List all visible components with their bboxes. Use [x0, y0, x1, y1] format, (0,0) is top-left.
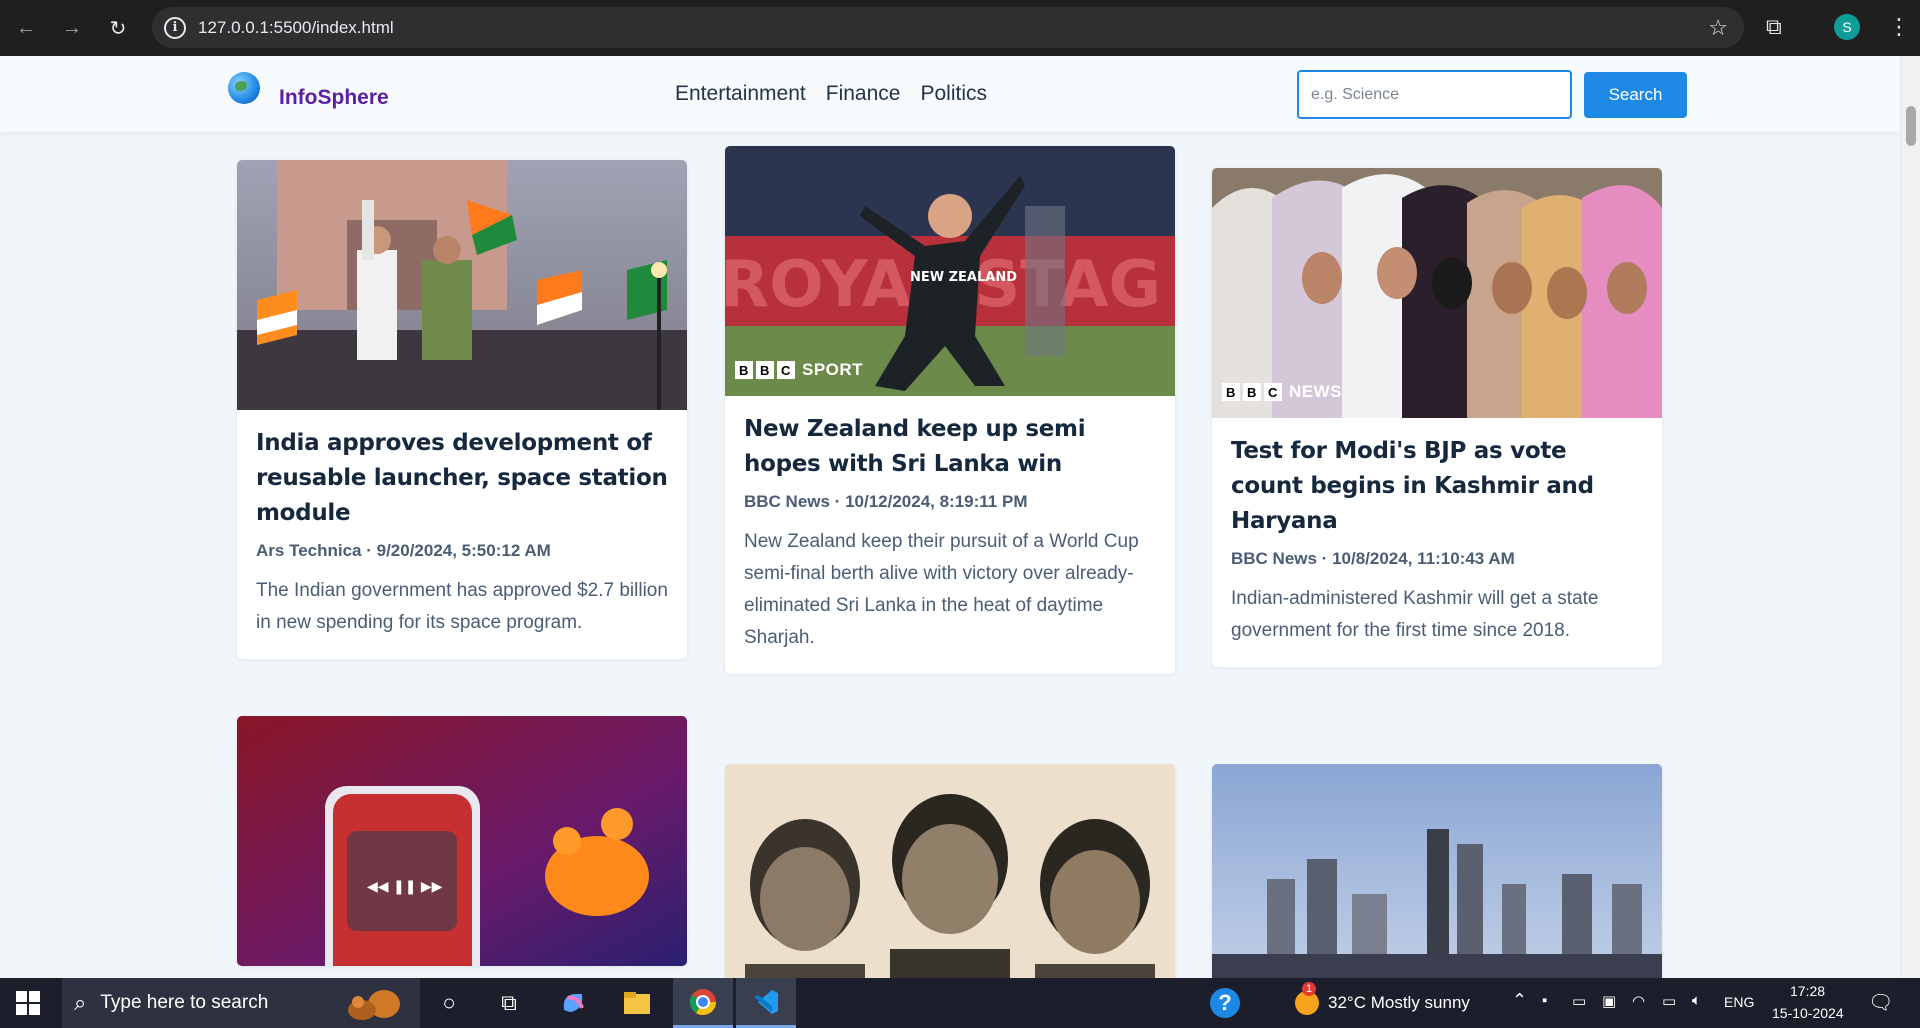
cortana-circle-icon[interactable]: ○: [424, 978, 474, 1028]
nav-politics[interactable]: Politics: [920, 82, 987, 106]
weather-text[interactable]: 32°C Mostly sunny: [1328, 993, 1470, 1013]
page-scrollbar[interactable]: [1900, 56, 1920, 978]
news-card[interactable]: ◀◀ ❚❚ ▶▶: [237, 716, 687, 966]
search-input[interactable]: [1297, 70, 1572, 119]
arrow-left-icon: ←: [16, 16, 36, 39]
site-header: InfoSphere Entertainment Finance Politic…: [0, 56, 1900, 132]
task-view-icon[interactable]: ⧉: [484, 978, 534, 1028]
help-icon[interactable]: ?: [1200, 978, 1250, 1028]
search-icon: ⌕: [74, 990, 87, 1015]
tray-app-icon[interactable]: ▪: [1542, 992, 1547, 1009]
squirrel-illustration-icon: [348, 990, 400, 1020]
file-explorer-icon[interactable]: [612, 978, 662, 1028]
windows-taskbar: ⌕ Type here to search ○ ⧉ ? 1 32°C Mostl…: [0, 978, 1920, 1028]
page-viewport: India approves development of reusable l…: [0, 56, 1900, 978]
clock-time[interactable]: 17:28: [1790, 983, 1825, 999]
tray-chevron-up-icon[interactable]: ⌃: [1512, 990, 1527, 1011]
reload-button[interactable]: ↻: [102, 12, 134, 44]
scrollbar-thumb[interactable]: [1906, 106, 1916, 146]
vscode-taskbar-icon[interactable]: [736, 978, 796, 1028]
phone-earbuds-photo[interactable]: ◀◀ ❚❚ ▶▶: [237, 716, 687, 966]
news-card[interactable]: India approves development of reusable l…: [237, 160, 687, 659]
article-title[interactable]: India approves development of reusable l…: [256, 426, 668, 531]
city-skyline-photo[interactable]: [1212, 764, 1662, 978]
search-button[interactable]: Search: [1584, 72, 1687, 118]
taskbar-search-placeholder: Type here to search: [100, 992, 269, 1013]
category-nav: Entertainment Finance Politics: [675, 82, 987, 106]
notification-icon[interactable]: 🗨︎: [1868, 990, 1893, 1015]
meet-now-icon[interactable]: ▭: [1572, 992, 1586, 1010]
article-description: The Indian government has approved $2.7 …: [256, 580, 668, 633]
article-meta: BBC News · 10/12/2024, 8:19:11 PM: [744, 492, 1028, 511]
wifi-icon[interactable]: ◠: [1632, 992, 1645, 1010]
brand-name[interactable]: InfoSphere: [279, 86, 389, 110]
forward-button[interactable]: →: [56, 12, 88, 44]
copilot-icon[interactable]: [548, 978, 598, 1028]
extensions-puzzle-icon[interactable]: ⧉: [1766, 14, 1794, 42]
bbc-sport-watermark: B B C SPORT: [735, 360, 863, 380]
bbc-news-watermark: B B C NEWS: [1222, 382, 1342, 402]
language-indicator[interactable]: ENG: [1724, 994, 1754, 1010]
globe-logo-icon[interactable]: [228, 72, 260, 104]
article-title[interactable]: New Zealand keep up semi hopes with Sri …: [744, 412, 1156, 482]
clock-date[interactable]: 15-10-2024: [1772, 1005, 1844, 1021]
svg-text:NEW ZEALAND: NEW ZEALAND: [910, 270, 1017, 285]
cricket-player-photo[interactable]: ROYAL STAG NEW ZEALAND B B C SPORT: [725, 146, 1175, 396]
nav-finance[interactable]: Finance: [826, 82, 901, 106]
women-queue-photo[interactable]: B B C NEWS: [1212, 168, 1662, 418]
three-men-portrait-photo[interactable]: [725, 764, 1175, 978]
profile-avatar[interactable]: S: [1834, 14, 1860, 40]
back-button[interactable]: ←: [10, 12, 42, 44]
news-card[interactable]: B B C NEWS Test for Modi's BJP as vote c…: [1212, 168, 1662, 667]
site-info-icon[interactable]: i: [164, 16, 186, 39]
windows-start-icon[interactable]: [16, 991, 40, 1015]
news-card[interactable]: [1212, 764, 1662, 978]
weather-badge: 1: [1302, 982, 1316, 996]
address-bar[interactable]: i 127.0.0.1:5500/index.html ☆: [152, 7, 1744, 48]
battery-icon[interactable]: ▭: [1662, 992, 1676, 1010]
tray-ime-icon[interactable]: ▣: [1602, 992, 1616, 1010]
volume-icon[interactable]: 🔈︎: [1692, 992, 1701, 1009]
article-meta: Ars Technica · 9/20/2024, 5:50:12 AM: [256, 541, 551, 560]
article-title[interactable]: Test for Modi's BJP as vote count begins…: [1231, 434, 1643, 539]
article-description: Indian-administered Kashmir will get a s…: [1231, 588, 1599, 641]
browser-menu-icon[interactable]: ⋮: [1888, 14, 1910, 40]
article-meta: BBC News · 10/8/2024, 11:10:43 AM: [1231, 549, 1515, 568]
reload-icon: ↻: [109, 17, 127, 40]
article-description: New Zealand keep their pursuit of a Worl…: [744, 531, 1139, 648]
news-card[interactable]: [725, 764, 1175, 978]
url-text[interactable]: 127.0.0.1:5500/index.html: [198, 18, 394, 38]
browser-toolbar: ← → ↻ i 127.0.0.1:5500/index.html ☆ ⧉ S …: [0, 0, 1920, 56]
nav-entertainment[interactable]: Entertainment: [675, 82, 806, 106]
chrome-taskbar-icon[interactable]: [673, 978, 733, 1028]
arrow-right-icon: →: [62, 16, 82, 39]
svg-text:◀◀ ❚❚ ▶▶: ◀◀ ❚❚ ▶▶: [367, 879, 443, 895]
taskbar-search-box[interactable]: ⌕ Type here to search: [62, 978, 420, 1028]
india-celebration-photo[interactable]: [237, 160, 687, 410]
news-card[interactable]: ROYAL STAG NEW ZEALAND B B C SPORT New Z…: [725, 146, 1175, 674]
bookmark-star-icon[interactable]: ☆: [1708, 15, 1728, 41]
